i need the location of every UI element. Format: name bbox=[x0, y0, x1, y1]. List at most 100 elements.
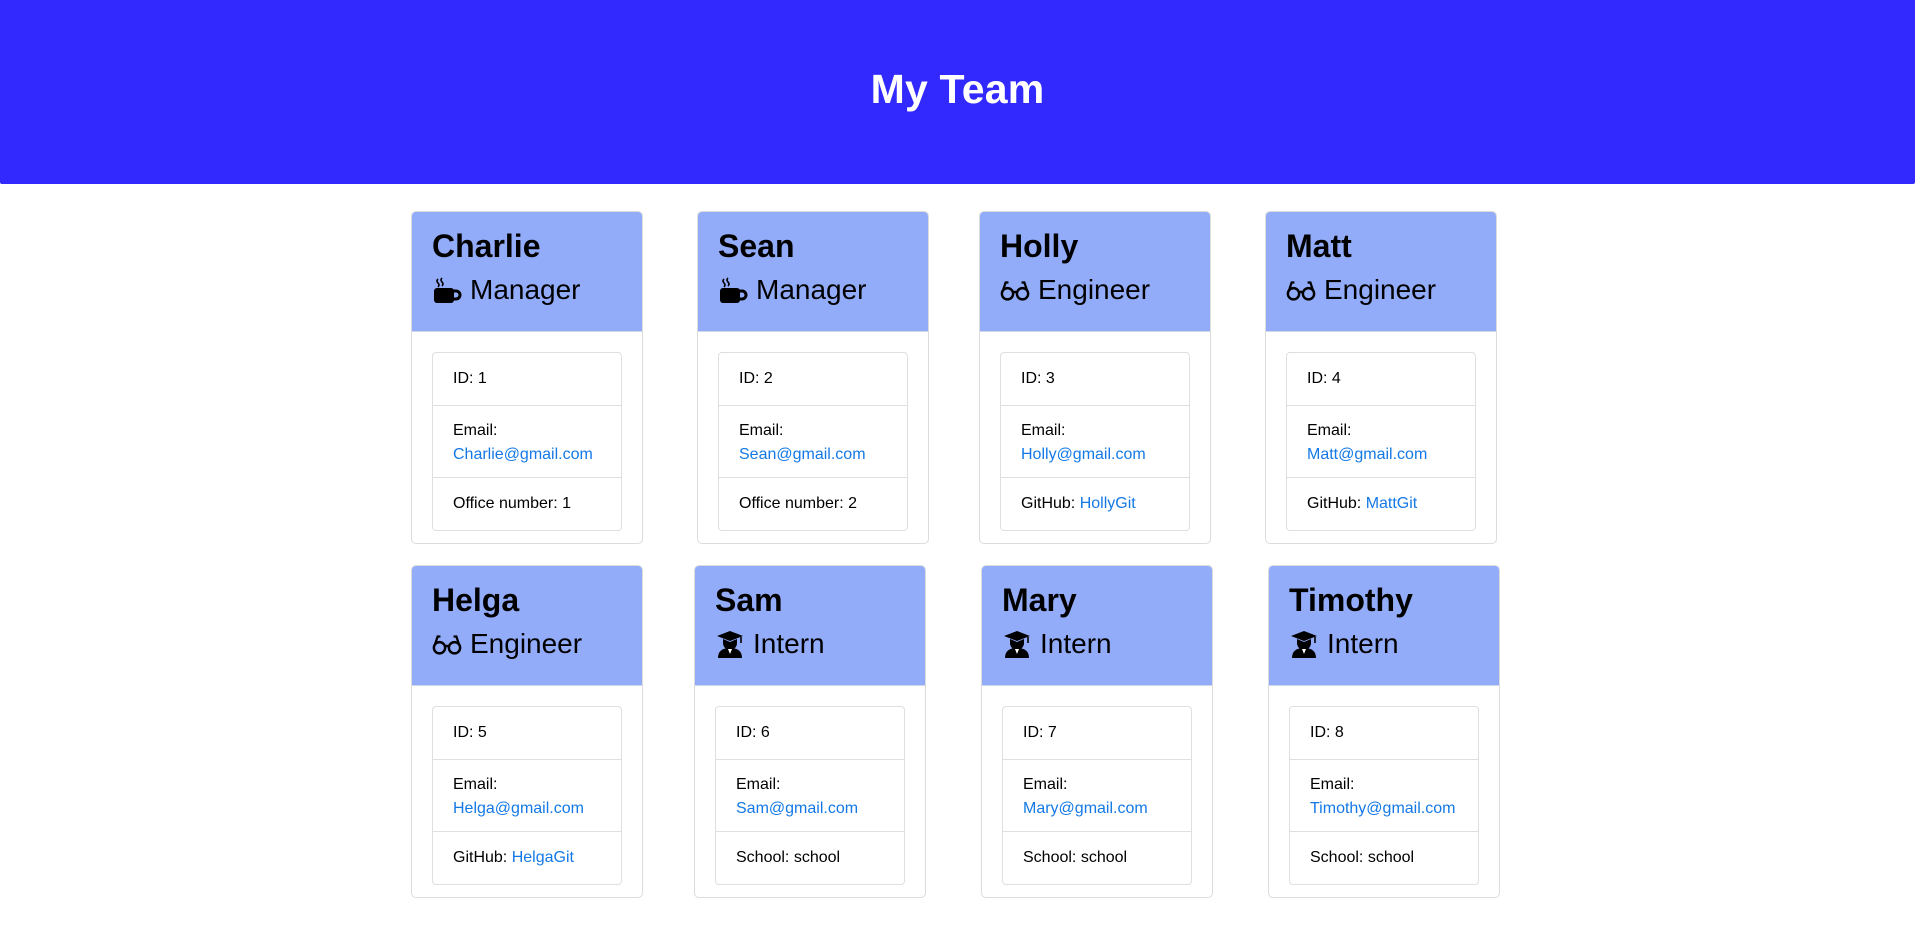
team-member-card: Sean Manager ID: 2 Email: Sean@gmail.com… bbox=[697, 211, 929, 544]
card-body: ID: 3 Email: Holly@gmail.com GitHub: Hol… bbox=[980, 332, 1210, 543]
coffee-mug-icon bbox=[432, 275, 462, 305]
email-link[interactable]: Mary@gmail.com bbox=[1023, 797, 1171, 821]
card-body: ID: 7 Email: Mary@gmail.com School: scho… bbox=[982, 686, 1212, 897]
school-item: School: school bbox=[1023, 849, 1128, 866]
id-item: ID: 7 bbox=[1003, 707, 1191, 760]
card-header: Sam Intern bbox=[695, 566, 925, 686]
graduate-icon bbox=[1002, 629, 1032, 659]
graduate-icon bbox=[715, 629, 745, 659]
card-header: Helga Engineer bbox=[412, 566, 642, 686]
team-member-card: Sam Intern ID: 6 Email: Sam@gmail.com Sc… bbox=[694, 565, 926, 898]
card-body: ID: 2 Email: Sean@gmail.com Office numbe… bbox=[698, 332, 928, 543]
member-name: Mary bbox=[1002, 582, 1077, 618]
graduate-icon bbox=[1289, 629, 1319, 659]
info-list: ID: 2 Email: Sean@gmail.com Office numbe… bbox=[718, 352, 908, 531]
id-item: ID: 2 bbox=[719, 353, 907, 406]
team-member-card: Charlie Manager ID: 1 Email: Charlie@gma… bbox=[411, 211, 643, 544]
email-label: Email: bbox=[453, 776, 498, 793]
email-item: Email: Holly@gmail.com bbox=[1001, 406, 1189, 478]
email-label: Email: bbox=[1307, 422, 1352, 439]
page-header: My Team bbox=[0, 0, 1915, 184]
member-role: Engineer bbox=[432, 626, 642, 662]
role-label: Engineer bbox=[470, 628, 583, 659]
member-role: Intern bbox=[1002, 626, 1212, 662]
card-header: Matt Engineer bbox=[1266, 212, 1496, 332]
glasses-icon bbox=[1000, 275, 1030, 305]
email-label: Email: bbox=[1310, 776, 1355, 793]
info-list: ID: 4 Email: Matt@gmail.com GitHub: Matt… bbox=[1286, 352, 1476, 531]
school-item: School: school bbox=[1310, 849, 1415, 866]
email-link[interactable]: Holly@gmail.com bbox=[1021, 443, 1169, 467]
coffee-mug-icon bbox=[718, 275, 748, 305]
email-item: Email: Timothy@gmail.com bbox=[1290, 760, 1478, 832]
github-link[interactable]: HollyGit bbox=[1080, 495, 1136, 512]
role-label: Manager bbox=[470, 274, 581, 305]
card-header: Charlie Manager bbox=[412, 212, 642, 332]
card-header: Holly Engineer bbox=[980, 212, 1210, 332]
github-label: GitHub: bbox=[1021, 495, 1080, 512]
id-item: ID: 1 bbox=[433, 353, 621, 406]
email-item: Email: Sean@gmail.com bbox=[719, 406, 907, 478]
email-item: Email: Charlie@gmail.com bbox=[433, 406, 621, 478]
info-list: ID: 1 Email: Charlie@gmail.com Office nu… bbox=[432, 352, 622, 531]
info-list: ID: 3 Email: Holly@gmail.com GitHub: Hol… bbox=[1000, 352, 1190, 531]
email-link[interactable]: Timothy@gmail.com bbox=[1310, 797, 1458, 821]
office-number-item: Office number: 2 bbox=[739, 495, 857, 512]
member-role: Engineer bbox=[1000, 272, 1210, 308]
member-name: Matt bbox=[1286, 228, 1352, 264]
id-item: ID: 4 bbox=[1287, 353, 1475, 406]
card-body: ID: 4 Email: Matt@gmail.com GitHub: Matt… bbox=[1266, 332, 1496, 543]
team-member-card: Matt Engineer ID: 4 Email: Matt@gmail.co… bbox=[1265, 211, 1497, 544]
role-label: Manager bbox=[756, 274, 867, 305]
school-item: School: school bbox=[736, 849, 841, 866]
role-label: Engineer bbox=[1324, 274, 1437, 305]
email-item: Email: Matt@gmail.com bbox=[1287, 406, 1475, 478]
email-label: Email: bbox=[1023, 776, 1068, 793]
member-name: Holly bbox=[1000, 228, 1079, 264]
email-label: Email: bbox=[736, 776, 781, 793]
member-name: Helga bbox=[432, 582, 520, 618]
card-header: Timothy Intern bbox=[1269, 566, 1499, 686]
card-body: ID: 1 Email: Charlie@gmail.com Office nu… bbox=[412, 332, 642, 543]
github-link[interactable]: MattGit bbox=[1366, 495, 1418, 512]
info-list: ID: 8 Email: Timothy@gmail.com School: s… bbox=[1289, 706, 1479, 885]
member-name: Timothy bbox=[1289, 582, 1413, 618]
info-list: ID: 5 Email: Helga@gmail.com GitHub: Hel… bbox=[432, 706, 622, 885]
role-label: Engineer bbox=[1038, 274, 1151, 305]
email-link[interactable]: Helga@gmail.com bbox=[453, 797, 601, 821]
email-item: Email: Helga@gmail.com bbox=[433, 760, 621, 832]
id-item: ID: 3 bbox=[1001, 353, 1189, 406]
member-name: Sean bbox=[718, 228, 795, 264]
email-link[interactable]: Matt@gmail.com bbox=[1307, 443, 1455, 467]
team-member-card: Mary Intern ID: 7 Email: Mary@gmail.com … bbox=[981, 565, 1213, 898]
email-label: Email: bbox=[739, 422, 784, 439]
office-number-item: Office number: 1 bbox=[453, 495, 571, 512]
email-link[interactable]: Sam@gmail.com bbox=[736, 797, 884, 821]
card-header: Sean Manager bbox=[698, 212, 928, 332]
team-member-card: Holly Engineer ID: 3 Email: Holly@gmail.… bbox=[979, 211, 1211, 544]
email-label: Email: bbox=[1021, 422, 1066, 439]
info-list: ID: 7 Email: Mary@gmail.com School: scho… bbox=[1002, 706, 1192, 885]
member-name: Sam bbox=[715, 582, 783, 618]
github-item: GitHub: HelgaGit bbox=[433, 832, 621, 884]
email-link[interactable]: Charlie@gmail.com bbox=[453, 443, 601, 467]
page-title: My Team bbox=[870, 65, 1045, 112]
email-link[interactable]: Sean@gmail.com bbox=[739, 443, 887, 467]
card-body: ID: 8 Email: Timothy@gmail.com School: s… bbox=[1269, 686, 1499, 897]
member-role: Intern bbox=[715, 626, 925, 662]
member-name: Charlie bbox=[432, 228, 541, 264]
email-item: Email: Sam@gmail.com bbox=[716, 760, 904, 832]
github-link[interactable]: HelgaGit bbox=[512, 849, 574, 866]
role-label: Intern bbox=[1327, 628, 1399, 659]
member-role: Engineer bbox=[1286, 272, 1496, 308]
card-body: ID: 6 Email: Sam@gmail.com School: schoo… bbox=[695, 686, 925, 897]
id-item: ID: 5 bbox=[433, 707, 621, 760]
github-label: GitHub: bbox=[1307, 495, 1366, 512]
glasses-icon bbox=[1286, 275, 1316, 305]
role-label: Intern bbox=[753, 628, 825, 659]
glasses-icon bbox=[432, 629, 462, 659]
info-list: ID: 6 Email: Sam@gmail.com School: schoo… bbox=[715, 706, 905, 885]
member-role: Intern bbox=[1289, 626, 1499, 662]
id-item: ID: 8 bbox=[1290, 707, 1478, 760]
github-item: GitHub: MattGit bbox=[1287, 478, 1475, 530]
